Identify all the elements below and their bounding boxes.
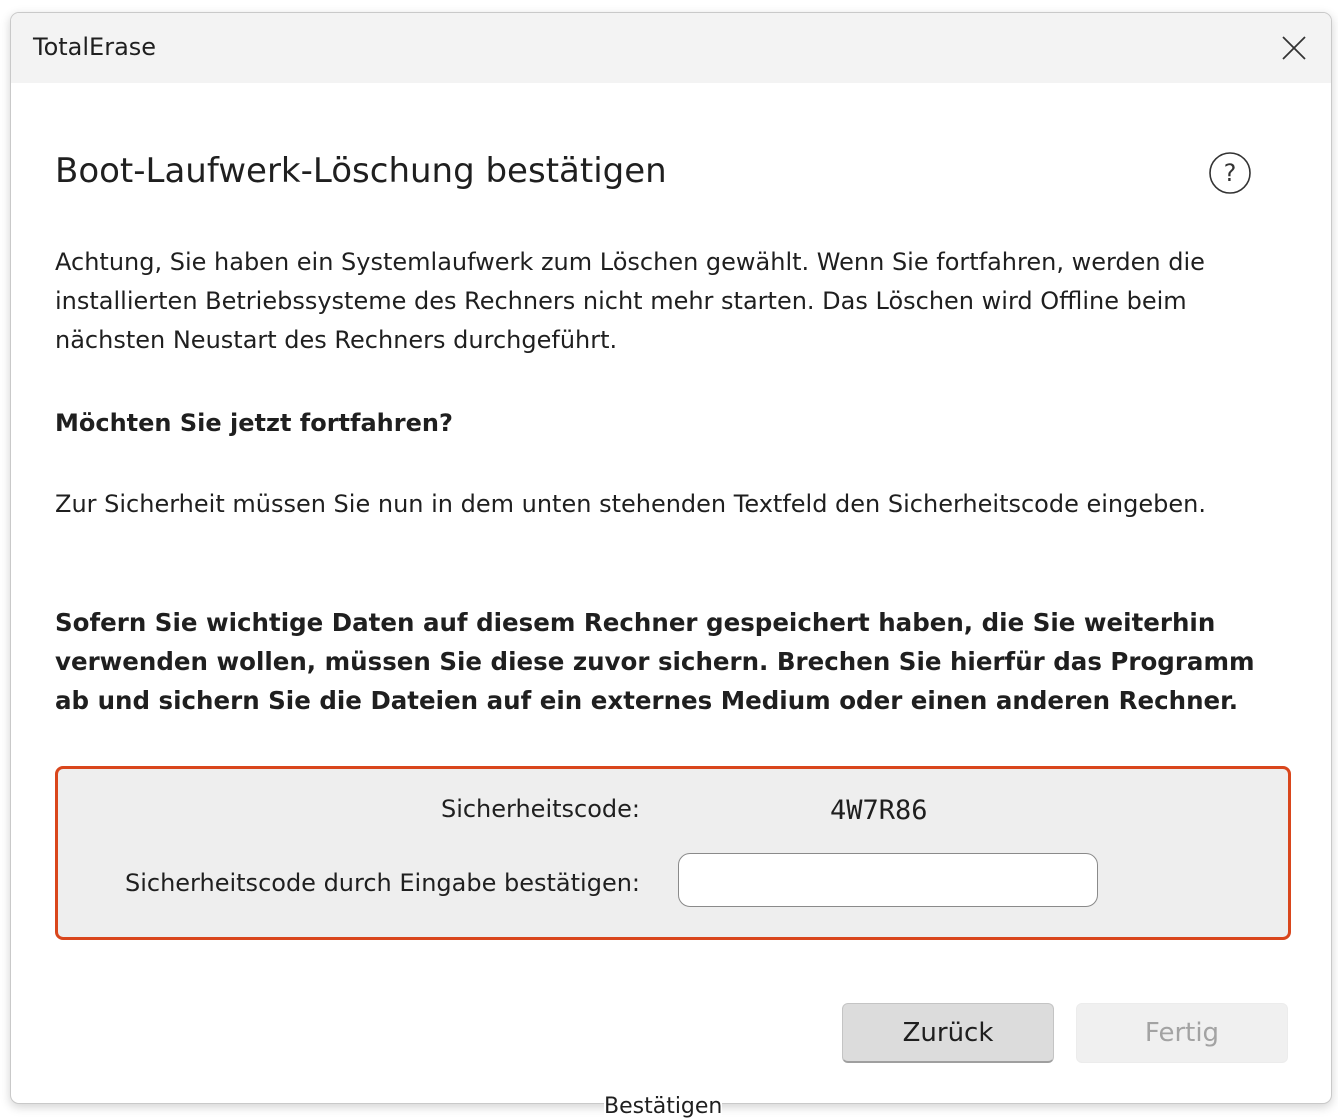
instruction-paragraph: Zur Sicherheit müssen Sie nun in dem unt…: [55, 490, 1206, 518]
security-code-value: 4W7R86: [830, 795, 928, 826]
confirm-code-input[interactable]: [678, 853, 1098, 907]
dialog-window: TotalErase Boot-Laufwerk-Löschung bestät…: [10, 12, 1332, 1104]
title-bar: TotalErase: [11, 13, 1331, 83]
close-icon: [1282, 36, 1306, 60]
window-title: TotalErase: [33, 33, 157, 61]
backup-warning: Sofern Sie wichtige Daten auf diesem Rec…: [55, 608, 1255, 715]
dialog-heading: Boot-Laufwerk-Löschung bestätigen: [55, 151, 667, 191]
tooltip: Bestätigen: [604, 1094, 723, 1119]
question-circle-icon: ?: [1209, 152, 1251, 194]
security-code-panel: Sicherheitscode: 4W7R86 Sicherheitscode …: [55, 766, 1291, 940]
continue-question: Möchten Sie jetzt fortfahren?: [55, 409, 453, 437]
finish-button: Fertig: [1076, 1003, 1288, 1063]
security-code-label: Sicherheitscode:: [440, 795, 640, 823]
back-button[interactable]: Zurück: [842, 1003, 1054, 1063]
warning-paragraph: Achtung, Sie haben ein Systemlaufwerk zu…: [55, 248, 1205, 354]
svg-text:?: ?: [1224, 159, 1237, 187]
close-button[interactable]: [1257, 13, 1331, 83]
help-button[interactable]: ?: [1208, 151, 1252, 195]
confirm-code-label: Sicherheitscode durch Eingabe bestätigen…: [124, 869, 640, 897]
